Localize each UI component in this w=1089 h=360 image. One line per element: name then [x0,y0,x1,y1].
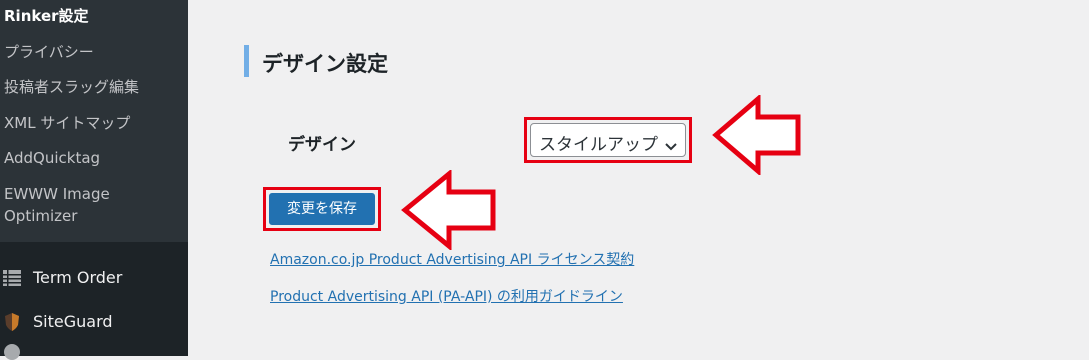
admin-sidebar: Rinker設定 プライバシー 投稿者スラッグ編集 XML サイトマップ Add… [0,0,188,360]
submenu-item-ewww-line1[interactable]: EWWW Image [4,184,110,204]
submenu-item-ewww-line2[interactable]: Optimizer [4,206,77,226]
list-icon [2,268,22,288]
settings-submenu: Rinker設定 プライバシー 投稿者スラッグ編集 XML サイトマップ Add… [0,0,188,242]
submenu-item-addquicktag[interactable]: AddQuicktag [4,148,100,168]
section-accent-bar [244,45,249,77]
annotation-arrow-select-icon [712,95,801,175]
amazon-license-link[interactable]: Amazon.co.jp Product Advertising API ライセ… [270,249,634,269]
menu-item-siteguard[interactable]: SiteGuard [0,303,188,341]
submenu-item-privacy[interactable]: プライバシー [4,42,94,62]
design-field-label: デザイン [288,135,356,155]
section-title: デザイン設定 [262,52,388,76]
shield-icon [2,312,22,332]
design-select-value: スタイルアップ [539,135,658,155]
menu-label-term-order: Term Order [33,268,123,287]
submenu-item-xml-sitemap[interactable]: XML サイトマップ [4,113,130,133]
annotation-arrow-save-icon [401,170,496,250]
menu-label-siteguard: SiteGuard [33,312,113,331]
menu-item-term-order[interactable]: Term Order [0,259,188,297]
chevron-down-icon [665,136,677,155]
menu-icon-partial [4,344,20,360]
design-select[interactable]: スタイルアップ [530,123,686,157]
submenu-item-author-slug[interactable]: 投稿者スラッグ編集 [4,77,139,97]
submenu-item-rinker[interactable]: Rinker設定 [4,6,89,26]
pa-api-guideline-link[interactable]: Product Advertising API (PA-API) の利用ガイドラ… [270,286,623,306]
save-button[interactable]: 変更を保存 [269,193,375,225]
